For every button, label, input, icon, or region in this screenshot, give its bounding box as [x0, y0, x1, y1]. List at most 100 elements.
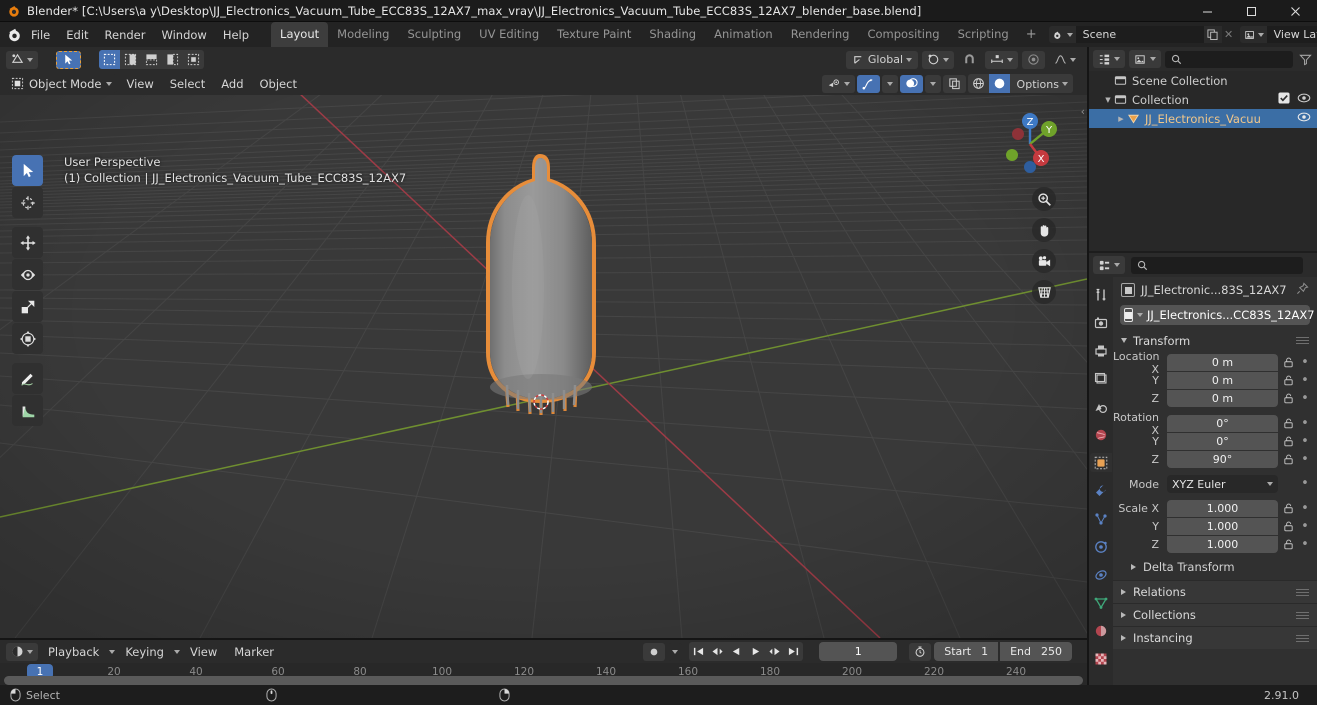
tab-world-icon[interactable] — [1090, 425, 1112, 444]
editor-type-button[interactable] — [6, 50, 38, 69]
timeline-menu-playback[interactable]: Playback — [41, 642, 106, 662]
navigation-gizmo[interactable]: Z Y X — [993, 107, 1067, 181]
outliner-row-collection[interactable]: ▼ Collection — [1089, 90, 1317, 109]
instancing-panel[interactable]: Instancing — [1113, 626, 1317, 649]
end-frame-field[interactable]: End 250 — [1000, 642, 1072, 661]
outliner-row-object[interactable]: ▶ JJ_Electronics_Vacuu — [1089, 109, 1317, 128]
xray-toggle[interactable] — [943, 74, 966, 93]
tab-object-icon[interactable] — [1090, 453, 1112, 472]
tab-render-icon[interactable] — [1090, 313, 1112, 332]
active-tool-button[interactable] — [56, 50, 81, 69]
tab-texture-icon[interactable] — [1090, 649, 1112, 668]
collections-panel[interactable]: Collections — [1113, 603, 1317, 626]
select-extend-icon[interactable] — [120, 50, 141, 69]
tab-data-icon[interactable] — [1090, 593, 1112, 612]
outliner-filter-icon[interactable] — [1297, 53, 1313, 66]
outliner-display-mode-button[interactable] — [1129, 50, 1161, 68]
eye-icon[interactable] — [1297, 111, 1311, 126]
blender-logo-icon[interactable] — [6, 25, 23, 45]
select-invert-icon[interactable] — [162, 50, 183, 69]
viewport-menu-add[interactable]: Add — [214, 74, 250, 94]
visibility-dropdown[interactable] — [822, 74, 855, 93]
timeline-panel[interactable]: Playback Keying View Marker 1 Start 1 En… — [0, 640, 1087, 685]
workspace-tab-modeling[interactable]: Modeling — [328, 22, 398, 47]
proportional-edit-button[interactable] — [1022, 50, 1045, 69]
animate-property-dot[interactable]: • — [1299, 374, 1311, 387]
scale-y-value[interactable]: 1.000 — [1167, 518, 1278, 535]
expand-toggle-object[interactable]: ▶ — [1115, 115, 1127, 123]
auto-keying-toggle[interactable] — [643, 642, 666, 661]
animate-property-dot[interactable]: • — [1299, 392, 1311, 405]
animate-property-dot[interactable]: • — [1299, 435, 1311, 448]
next-keyframe-button[interactable] — [765, 642, 784, 661]
view-layer-icon[interactable] — [1239, 26, 1267, 43]
new-scene-button[interactable] — [1203, 26, 1222, 43]
lock-icon[interactable] — [1282, 418, 1295, 429]
tab-tool-icon[interactable] — [1090, 285, 1112, 304]
transform-orientation-button[interactable]: Global — [845, 50, 918, 69]
panel-divider-horizontal[interactable] — [0, 638, 1087, 640]
lock-icon[interactable] — [1282, 375, 1295, 386]
auto-keying-dropdown[interactable] — [668, 642, 683, 661]
properties-panel[interactable]: JJ_Electronic...83S_12AX7 JJ_Electronics… — [1089, 253, 1317, 685]
animate-property-dot[interactable]: • — [1299, 417, 1311, 430]
panel-divider-vertical[interactable] — [1087, 47, 1089, 685]
animate-property-dot[interactable]: • — [1299, 502, 1311, 515]
use-preview-range-button[interactable] — [909, 642, 932, 661]
animate-property-dot[interactable]: • — [1299, 538, 1311, 551]
workspace-tab-texture-paint[interactable]: Texture Paint — [548, 22, 640, 47]
camera-icon[interactable] — [1032, 249, 1056, 273]
tab-output-icon[interactable] — [1090, 341, 1112, 360]
outliner-row-scene-collection[interactable]: Scene Collection — [1089, 71, 1317, 90]
start-frame-field[interactable]: Start 1 — [934, 642, 999, 661]
play-button[interactable] — [746, 642, 765, 661]
view-layer-selector[interactable]: View Layer ✕ — [1239, 26, 1317, 43]
select-set-icon[interactable] — [99, 50, 120, 69]
pin-icon[interactable] — [1296, 282, 1309, 298]
tool-transform[interactable] — [12, 323, 43, 354]
timeline-scrollbar[interactable] — [4, 676, 1083, 685]
overlays-dropdown[interactable] — [925, 74, 941, 93]
close-button[interactable] — [1273, 0, 1317, 22]
location-x-value[interactable]: 0 m — [1167, 354, 1278, 371]
play-reverse-button[interactable] — [727, 642, 746, 661]
zoom-icon[interactable] — [1032, 187, 1056, 211]
animate-property-dot[interactable]: • — [1299, 356, 1311, 369]
rotation-y-value[interactable]: 0° — [1167, 433, 1278, 450]
object-datablock-name[interactable]: JJ_Electronics...CC83S_12AX7 — [1147, 308, 1315, 322]
sidebar-collapse-arrow[interactable]: ‹ — [1081, 105, 1085, 118]
lock-icon[interactable] — [1282, 436, 1295, 447]
properties-editor-type-button[interactable] — [1093, 256, 1125, 274]
overlays-toggle[interactable] — [900, 74, 923, 93]
current-frame-field[interactable]: 1 — [819, 642, 898, 661]
viewport-canvas[interactable] — [0, 47, 1087, 638]
gizmo-dropdown[interactable] — [882, 74, 898, 93]
solid-shading-icon[interactable] — [989, 74, 1010, 93]
workspace-tab-compositing[interactable]: Compositing — [858, 22, 948, 47]
properties-search-input[interactable] — [1131, 256, 1303, 274]
tab-particles-icon[interactable] — [1090, 509, 1112, 528]
viewport-menu-object[interactable]: Object — [253, 74, 304, 94]
viewport-menu-select[interactable]: Select — [163, 74, 212, 94]
object-mode-selector[interactable]: Object Mode — [6, 74, 118, 93]
timeline-menu-view[interactable]: View — [183, 642, 224, 662]
pivot-point-button[interactable] — [922, 50, 954, 69]
relations-panel[interactable]: Relations — [1113, 580, 1317, 603]
timeline-editor-type-button[interactable] — [6, 642, 38, 661]
tab-modifier-icon[interactable] — [1090, 481, 1112, 500]
menu-render[interactable]: Render — [97, 25, 154, 45]
workspace-tab-shading[interactable]: Shading — [640, 22, 705, 47]
timeline-menu-keying[interactable]: Keying — [118, 642, 171, 662]
wireframe-shading-icon[interactable] — [968, 74, 989, 93]
gizmo-toggle[interactable] — [857, 74, 880, 93]
scale-z-value[interactable]: 1.000 — [1167, 536, 1278, 553]
workspace-tab-rendering[interactable]: Rendering — [782, 22, 859, 47]
jump-to-end-button[interactable] — [784, 642, 803, 661]
workspace-tab-sculpting[interactable]: Sculpting — [398, 22, 470, 47]
lock-icon[interactable] — [1282, 521, 1295, 532]
tab-view-layer-icon[interactable] — [1090, 369, 1112, 388]
transform-panel-header[interactable]: Transform — [1113, 331, 1317, 350]
tool-rotate[interactable] — [12, 259, 43, 290]
scene-name-field[interactable]: Scene — [1075, 26, 1204, 43]
menu-help[interactable]: Help — [215, 25, 257, 45]
